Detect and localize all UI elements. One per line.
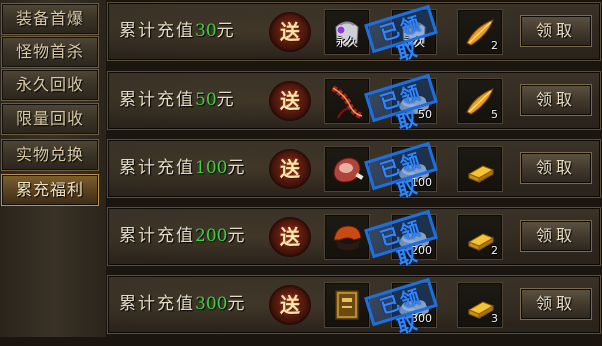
helmet-icon [333,225,362,250]
reward-item-slot[interactable] [457,146,503,192]
reward-item-slot[interactable] [324,282,370,328]
claim-button[interactable]: 领取 [520,288,592,320]
gift-badge: 送 [269,217,311,257]
reward-item-slot[interactable]: 3 [457,282,503,328]
reward-row-label: 累计充值300元 [119,294,247,314]
gift-badge: 送 [269,285,311,325]
reward-row: 累计充值100元 送 100 已领取 领取 [107,139,601,203]
reward-item-slot[interactable]: 2 [457,9,503,55]
item-quantity: 50 [418,108,432,121]
reward-row-label: 累计充值50元 [119,90,236,110]
sidebar-item-permanent-recycle[interactable]: 永久回收 [1,69,99,101]
item-quantity: 3 [491,312,498,325]
gift-label: 送 [280,89,300,113]
reward-row-label: 累计充值100元 [119,158,247,178]
recharge-amount: 300 [195,294,228,314]
recharge-amount: 200 [195,226,228,246]
gift-badge: 送 [269,12,311,52]
item-quantity: 2 [491,244,498,257]
recharge-amount: 100 [195,158,228,178]
gift-label: 送 [280,225,300,249]
recharge-amount: 50 [195,90,217,110]
reward-item-slot[interactable] [324,146,370,192]
book-icon [335,290,359,320]
red-rope-icon [331,85,363,119]
item-overlay-text: 永久 [336,36,358,49]
reward-item-slot[interactable]: 永久 [324,9,370,55]
reward-row-label: 累计充值30元 [119,21,236,41]
claim-button[interactable]: 领取 [520,84,592,116]
gift-label: 送 [280,293,300,317]
sidebar-item-monster-first-kill[interactable]: 怪物首杀 [1,36,99,68]
sidebar-item-recharge-rewards[interactable]: 累充福利 [1,174,99,206]
sidebar-item-physical-exchange[interactable]: 实物兑换 [1,139,99,171]
reward-row-label: 累计充值200元 [119,226,247,246]
claim-button[interactable]: 领取 [520,15,592,47]
gold-bar-icon [467,165,495,183]
reward-item-slot[interactable]: 2 [457,214,503,260]
claim-button[interactable]: 领取 [520,152,592,184]
item-quantity: 2 [491,39,498,52]
reward-row: 累计充值50元 送 50 5 已领取 领取 [107,71,601,135]
sidebar-item-limited-recycle[interactable]: 限量回收 [1,103,99,135]
gift-badge: 送 [269,149,311,189]
reward-item-slot[interactable]: 5 [457,78,503,124]
meat-icon [333,157,364,183]
gift-label: 送 [280,20,300,44]
gift-badge: 送 [269,81,311,121]
reward-item-slot[interactable] [324,78,370,124]
reward-row: 累计充值300元 送 300 3 已领取 领取 [107,275,601,339]
reward-item-slot[interactable] [324,214,370,260]
category-sidebar: 装备首爆 怪物首杀 永久回收 限量回收 实物兑换 累充福利 [0,0,106,337]
claim-button[interactable]: 领取 [520,220,592,252]
sidebar-item-equipment-first-drop[interactable]: 装备首爆 [1,3,99,35]
reward-row: 累计充值30元 送 永久 永久 2 已领取 领取 [107,2,601,66]
item-quantity: 5 [491,108,498,121]
reward-row: 累计充值200元 送 200 2 已领取 领取 [107,207,601,271]
gift-label: 送 [280,157,300,181]
recharge-amount: 30 [195,21,217,41]
